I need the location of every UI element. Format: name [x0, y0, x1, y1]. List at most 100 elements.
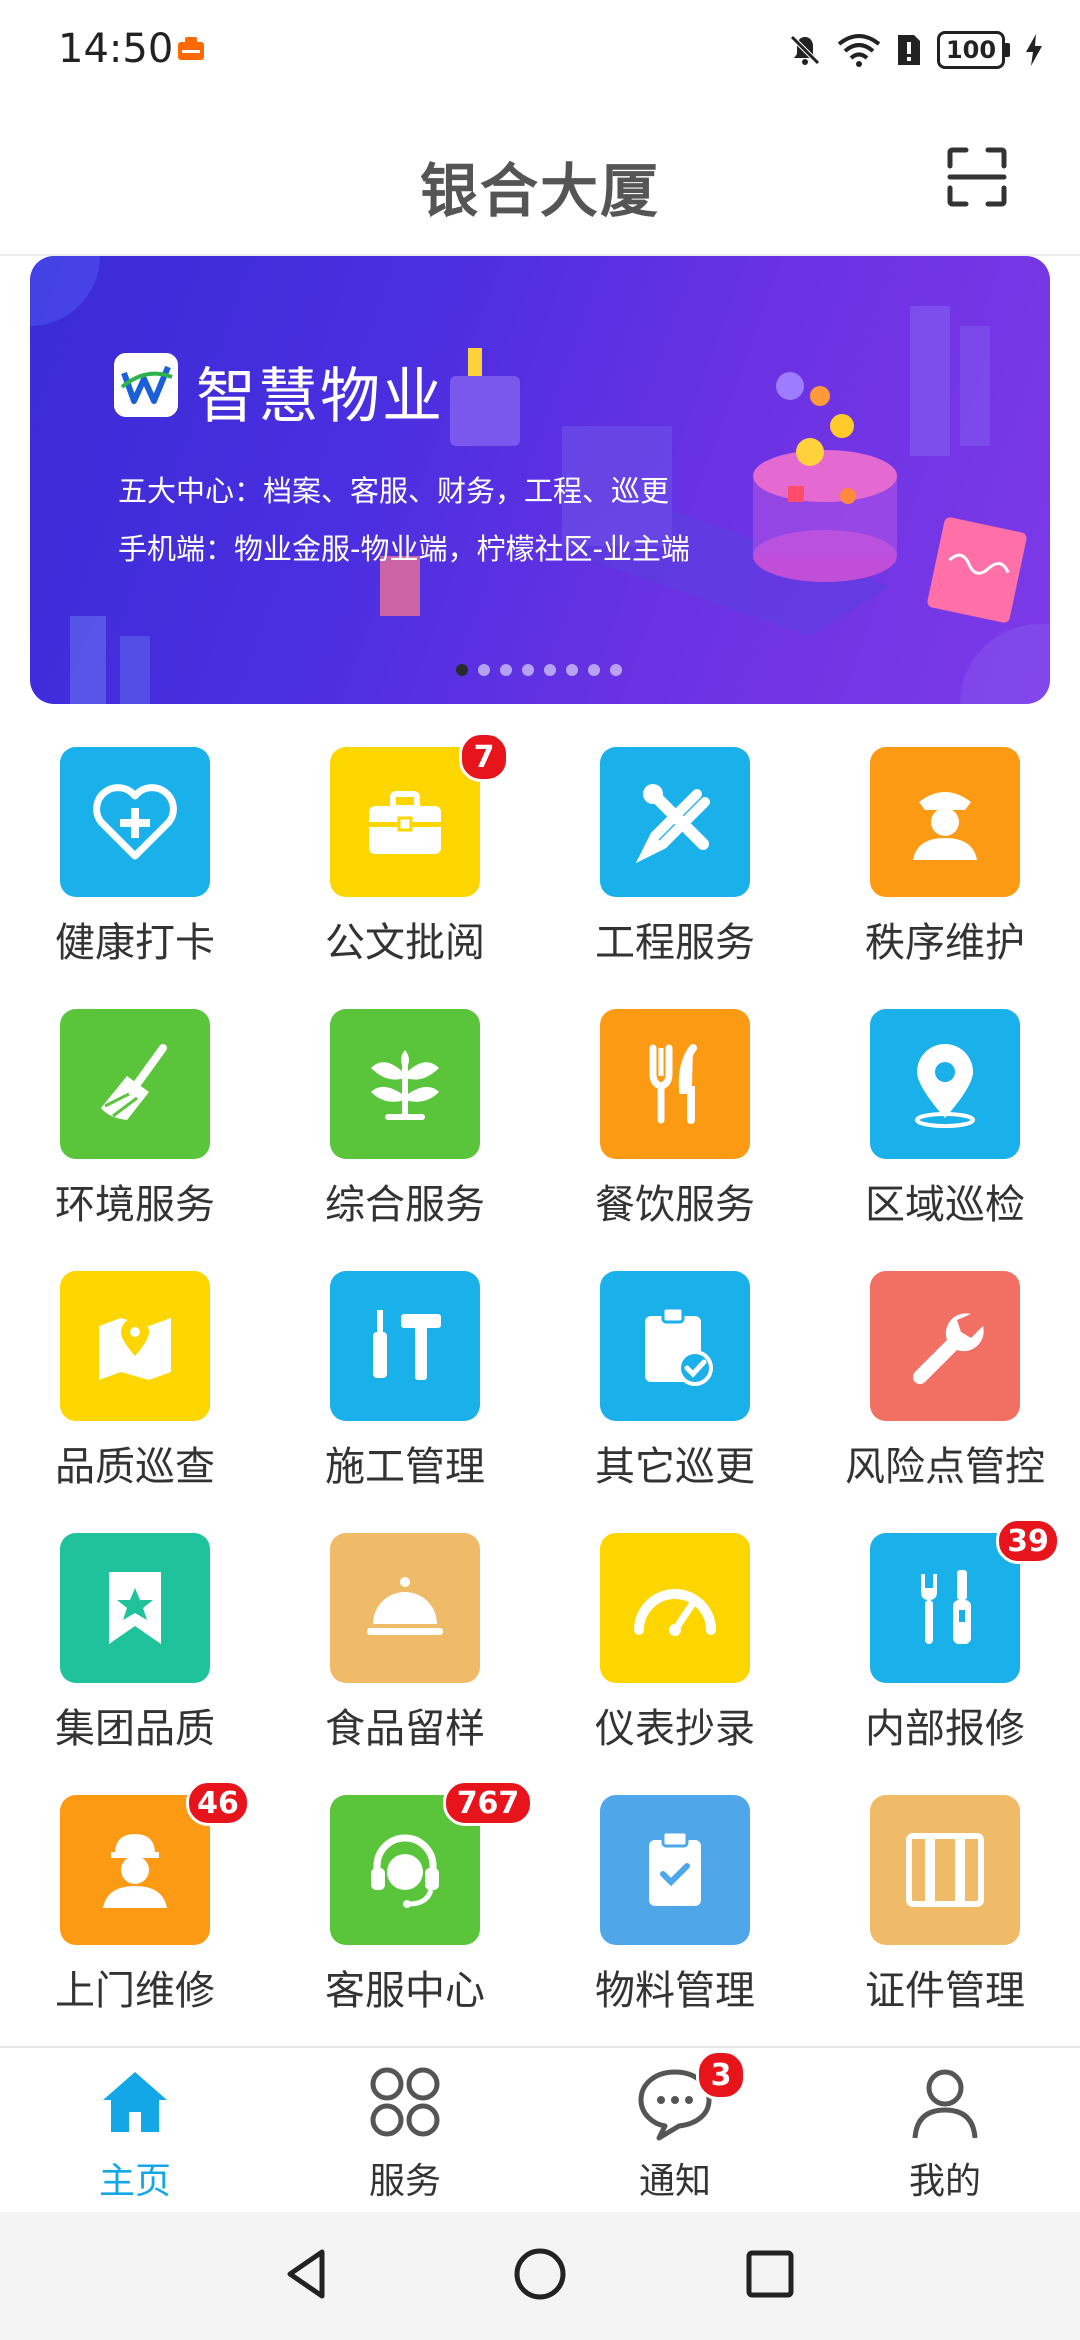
- grid-item[interactable]: 其它巡更: [540, 1264, 810, 1524]
- grid-item[interactable]: 环境服务: [0, 1002, 270, 1262]
- clipboard-icon: [649, 1830, 701, 1906]
- grid-item[interactable]: 内部报修 39: [810, 1518, 1080, 1786]
- heart-plus-icon: [93, 784, 177, 860]
- charging-icon: [1026, 34, 1042, 66]
- carousel-dot[interactable]: [478, 664, 490, 676]
- grid-item-icon-tile[interactable]: [60, 1271, 210, 1421]
- app-header: 银合大厦: [0, 100, 1080, 256]
- carousel-dot[interactable]: [544, 664, 556, 676]
- home-circle-icon[interactable]: [512, 2246, 568, 2302]
- carousel-dot[interactable]: [522, 664, 534, 676]
- grid-item-icon-tile[interactable]: [870, 1795, 1020, 1945]
- grid-item[interactable]: 仪表抄录: [540, 1526, 810, 1786]
- grid-item[interactable]: 健康打卡: [0, 740, 270, 1000]
- page-title: 银合大厦: [419, 157, 660, 225]
- nav-item-label: 我的: [908, 2161, 981, 2202]
- grid-item-icon-tile[interactable]: [60, 1009, 210, 1159]
- grid-item-label: 物料管理: [595, 1968, 755, 2014]
- grid-item-label: 上门维修: [55, 1968, 215, 2014]
- broom-icon: [101, 1044, 167, 1120]
- notification-badge: 46: [186, 1780, 250, 1826]
- grid-item[interactable]: 秩序维护: [810, 740, 1080, 1000]
- grid-item[interactable]: 品质巡查: [0, 1264, 270, 1524]
- nav-item[interactable]: 我的: [810, 2048, 1080, 2214]
- user-icon: [912, 2069, 978, 2139]
- grid-item-label: 内部报修: [865, 1706, 1025, 1752]
- grid-item[interactable]: 客服中心 767: [270, 1780, 540, 2048]
- grid-item[interactable]: 区域巡检: [810, 1002, 1080, 1262]
- grid-item[interactable]: 物料管理: [540, 1788, 810, 2048]
- grid-item-label: 环境服务: [55, 1182, 215, 1228]
- grid-item-label: 风险点管控: [845, 1444, 1045, 1490]
- wrench-icon: [912, 1313, 984, 1385]
- grid-item[interactable]: 风险点管控: [810, 1264, 1080, 1524]
- grid-item[interactable]: 工程服务: [540, 740, 810, 1000]
- carousel-dot[interactable]: [588, 664, 600, 676]
- grid-item-icon-tile[interactable]: [600, 1271, 750, 1421]
- grid-item[interactable]: 施工管理: [270, 1264, 540, 1524]
- grid-item-icon-tile[interactable]: [870, 1009, 1020, 1159]
- banner-line-2: 手机端：物业金服-物业端，柠檬社区-业主端: [118, 532, 690, 566]
- grid-item-label: 客服中心: [325, 1968, 485, 2014]
- wifi-icon: [837, 34, 881, 67]
- grid-item[interactable]: 上门维修 46: [0, 1780, 270, 2048]
- grid-item-icon-tile[interactable]: [870, 747, 1020, 897]
- grid-item-icon-tile[interactable]: [330, 1009, 480, 1159]
- fork-knife-icon: [649, 1044, 697, 1124]
- grid-item-icon-tile[interactable]: [870, 1271, 1020, 1421]
- status-bar: 14:50 100: [0, 0, 1080, 100]
- notification-badge: 7: [459, 732, 509, 782]
- carousel-dot[interactable]: [456, 664, 468, 676]
- grid-item-icon-tile[interactable]: [60, 1533, 210, 1683]
- grid-item-label: 证件管理: [865, 1968, 1025, 2014]
- food-cloche-icon: [367, 1577, 443, 1635]
- status-time: 14:50: [58, 26, 174, 72]
- back-icon[interactable]: [282, 2246, 332, 2302]
- carousel-dot[interactable]: [566, 664, 578, 676]
- grid-item-label: 餐饮服务: [595, 1182, 755, 1228]
- grid-item-icon-tile[interactable]: [60, 747, 210, 897]
- grid-item[interactable]: 食品留样: [270, 1526, 540, 1786]
- grid-item-label: 公文批阅: [325, 920, 485, 966]
- grid-item[interactable]: 证件管理: [810, 1788, 1080, 2048]
- grid-item-icon-tile[interactable]: [330, 747, 480, 897]
- hammer-screwdriver-icon: [373, 1310, 441, 1380]
- scan-icon[interactable]: [946, 146, 1008, 208]
- grid-item-icon-tile[interactable]: [870, 1533, 1020, 1683]
- gauge-icon: [634, 1589, 716, 1636]
- tools-icon: [635, 784, 710, 864]
- grid-item-icon-tile[interactable]: [330, 1271, 480, 1421]
- grid-item-icon-tile[interactable]: [600, 1795, 750, 1945]
- recents-icon[interactable]: [744, 2248, 796, 2300]
- notification-badge: 39: [996, 1518, 1060, 1564]
- grid-item-icon-tile[interactable]: [600, 1009, 750, 1159]
- grid-item-label: 其它巡更: [595, 1444, 755, 1490]
- security-guard-icon: [913, 792, 977, 860]
- grid-item-label: 工程服务: [595, 920, 755, 966]
- banner-line-1: 五大中心：档案、客服、财务，工程、巡更: [118, 474, 670, 508]
- banner-title: 智慧物业: [196, 362, 444, 432]
- nav-item[interactable]: 通知 3: [540, 2048, 810, 2214]
- grid-item[interactable]: 集团品质: [0, 1526, 270, 1786]
- grid-item-label: 施工管理: [325, 1444, 485, 1490]
- grid-item-icon-tile[interactable]: [330, 1533, 480, 1683]
- grid-item[interactable]: 综合服务: [270, 1002, 540, 1262]
- grid-item[interactable]: 餐饮服务: [540, 1002, 810, 1262]
- mute-icon: [790, 35, 820, 65]
- grid-item-label: 仪表抄录: [595, 1706, 755, 1752]
- grid-item-icon-tile[interactable]: [600, 747, 750, 897]
- plant-icon: [371, 1050, 439, 1120]
- grid-item-icon-tile[interactable]: [600, 1533, 750, 1683]
- grid-item-label: 集团品质: [55, 1706, 215, 1752]
- grid-item[interactable]: 公文批阅 7: [270, 732, 540, 1000]
- nav-item[interactable]: 服务: [270, 2048, 540, 2214]
- headset-icon: [371, 1834, 439, 1908]
- bottom-nav: 主页 服务 通知 3 我的: [0, 2046, 1080, 2214]
- home-icon: [103, 2072, 167, 2132]
- carousel-dot[interactable]: [500, 664, 512, 676]
- grid-item-icon-tile[interactable]: [60, 1795, 210, 1945]
- nav-item[interactable]: 主页: [0, 2048, 270, 2214]
- brand-logo: [114, 353, 178, 417]
- promo-banner[interactable]: 智慧物业 五大中心：档案、客服、财务，工程、巡更 手机端：物业金服-物业端，柠檬…: [30, 256, 1050, 704]
- carousel-dot[interactable]: [610, 664, 622, 676]
